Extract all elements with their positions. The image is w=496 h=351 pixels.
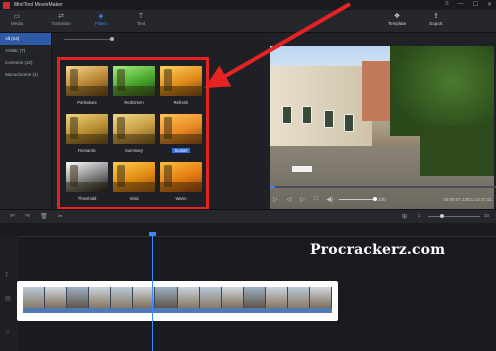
fit-timeline-icon[interactable]: ⊞ — [402, 213, 407, 220]
playhead[interactable] — [152, 233, 153, 351]
filter-thumbnail[interactable] — [160, 66, 202, 96]
time-ruler[interactable] — [18, 231, 496, 237]
zoom-min-label: 1 — [418, 213, 421, 218]
preview-bench — [292, 166, 312, 172]
timeline-toolbar: ↶ ↷ 🗑 ✂ ⊞ 1 10 — [0, 209, 496, 223]
main-toolbar: ▭ Media ⇄ Transition ◈ Filters T Text ❖ … — [0, 10, 496, 33]
preview-hedge — [420, 126, 494, 176]
slider-knob[interactable] — [110, 37, 114, 41]
sidebar-item-monochrome[interactable]: Monochrome (4) — [0, 69, 51, 81]
filter-thumbnail[interactable] — [160, 162, 202, 192]
filter-item[interactable]: Summary — [113, 114, 155, 156]
filter-label: Portraiture — [77, 100, 97, 105]
title-bar: MiniTool MovieMaker ≡ — ☐ ✕ — [0, 0, 496, 10]
export-button[interactable]: ⇪ Export — [421, 12, 451, 31]
filter-item[interactable]: Sunset — [160, 114, 202, 156]
tab-text[interactable]: T Text — [126, 12, 156, 31]
timecode: 00:00:07.13/01:10:37.01 — [443, 196, 492, 202]
close-icon[interactable]: ✕ — [487, 1, 492, 8]
filter-thumbnail[interactable] — [113, 162, 155, 192]
filter-thumbnail[interactable] — [66, 66, 108, 96]
stop-icon[interactable]: □ — [314, 196, 318, 202]
filter-grid: Portraiture RedGreen Refresh Romantic Summar… — [66, 66, 202, 204]
clip-audio-waveform — [23, 308, 332, 313]
filter-label: Threshold — [77, 196, 97, 201]
transition-icon: ⇄ — [58, 13, 64, 20]
zoom-knob[interactable] — [440, 214, 444, 218]
tab-filters[interactable]: ◈ Filters — [86, 12, 116, 31]
slider-track — [64, 39, 112, 40]
clip-highlight — [17, 281, 338, 321]
filters-icon: ◈ — [98, 13, 104, 20]
redo-icon[interactable]: ↷ — [25, 213, 30, 220]
filter-label: Sunset — [172, 148, 190, 153]
filter-label: Vivid — [129, 196, 139, 201]
preview-tree — [390, 46, 494, 136]
play-icon[interactable]: ▷ — [273, 196, 278, 203]
tab-transition[interactable]: ⇄ Transition — [46, 12, 76, 31]
app-title: MiniTool MovieMaker — [14, 2, 63, 8]
tab-media[interactable]: ▭ Media — [2, 12, 32, 31]
filter-label: RedGreen — [124, 100, 144, 105]
music-track-icon: ♫ — [5, 329, 10, 335]
folder-icon: ▭ — [13, 13, 21, 20]
volume-value: 100 — [378, 196, 386, 202]
thumbnail-size-slider[interactable] — [58, 37, 178, 43]
split-icon[interactable]: ✂ — [58, 213, 63, 220]
filter-item[interactable]: Vivid — [113, 162, 155, 204]
filter-thumbnail[interactable] — [113, 114, 155, 144]
progress-fill — [270, 186, 275, 188]
filter-item[interactable]: Romantic — [66, 114, 108, 156]
filter-category-sidebar: All (24) Artistic (7) Common (10) Monoch… — [0, 33, 52, 209]
text-track-icon: T — [5, 273, 9, 279]
app-logo-icon — [3, 1, 10, 9]
filter-label: Summary — [125, 148, 143, 153]
delete-icon[interactable]: 🗑 — [40, 213, 48, 220]
minimize-icon[interactable]: — — [458, 1, 464, 8]
sidebar-item-common[interactable]: Common (10) — [0, 57, 51, 69]
zoom-max-label: 10 — [484, 213, 490, 218]
volume-icon[interactable]: ◀) — [327, 196, 334, 203]
filter-item[interactable]: Refresh — [160, 66, 202, 108]
filter-thumbnail[interactable] — [160, 114, 202, 144]
filter-item[interactable]: RedGreen — [113, 66, 155, 108]
text-icon: T — [138, 13, 144, 20]
export-icon: ⇪ — [433, 13, 439, 20]
highlight-box: Portraiture RedGreen Refresh Romantic Summar… — [57, 57, 209, 210]
filter-label: Romantic — [78, 148, 96, 153]
prev-frame-icon[interactable]: ◁ — [287, 196, 292, 203]
track-headers: T ▤ ♫ — [0, 237, 18, 351]
volume-knob[interactable] — [373, 196, 378, 201]
filter-item[interactable]: Warm — [160, 162, 202, 204]
filter-item[interactable]: Portraiture — [66, 66, 108, 108]
filter-label: Warm — [175, 196, 187, 201]
filter-thumbnail[interactable] — [113, 66, 155, 96]
zoom-slider[interactable] — [428, 216, 480, 217]
next-frame-icon[interactable]: ▷ — [300, 196, 305, 203]
filter-thumbnail[interactable] — [66, 114, 108, 144]
video-clip[interactable] — [23, 287, 332, 313]
window-controls: ≡ — ☐ ✕ — [445, 1, 492, 8]
template-icon: ❖ — [393, 13, 401, 20]
player-controls: ▷ ◁ ▷ □ ◀) 100 00:00:07.13/01:10:37.01 — [264, 191, 496, 207]
filter-thumbnail[interactable] — [66, 162, 108, 192]
volume-slider[interactable] — [339, 196, 378, 201]
undo-icon[interactable]: ↶ — [10, 213, 15, 220]
filter-item[interactable]: Threshold — [66, 162, 108, 204]
playback-progress-bar[interactable] — [270, 186, 496, 188]
maximize-icon[interactable]: ☐ — [473, 1, 478, 8]
sidebar-item-artistic[interactable]: Artistic (7) — [0, 45, 51, 57]
video-track-icon: ▤ — [5, 296, 11, 302]
menu-icon[interactable]: ≡ — [445, 1, 449, 8]
template-button[interactable]: ❖ Template — [382, 12, 412, 31]
preview-panel — [264, 33, 496, 211]
watermark-text: Procrackerz.com — [310, 242, 446, 258]
filter-label: Refresh — [173, 100, 189, 105]
filter-panel: Portraiture RedGreen Refresh Romantic Summar… — [52, 33, 264, 210]
sidebar-item-all[interactable]: All (24) — [0, 33, 51, 45]
